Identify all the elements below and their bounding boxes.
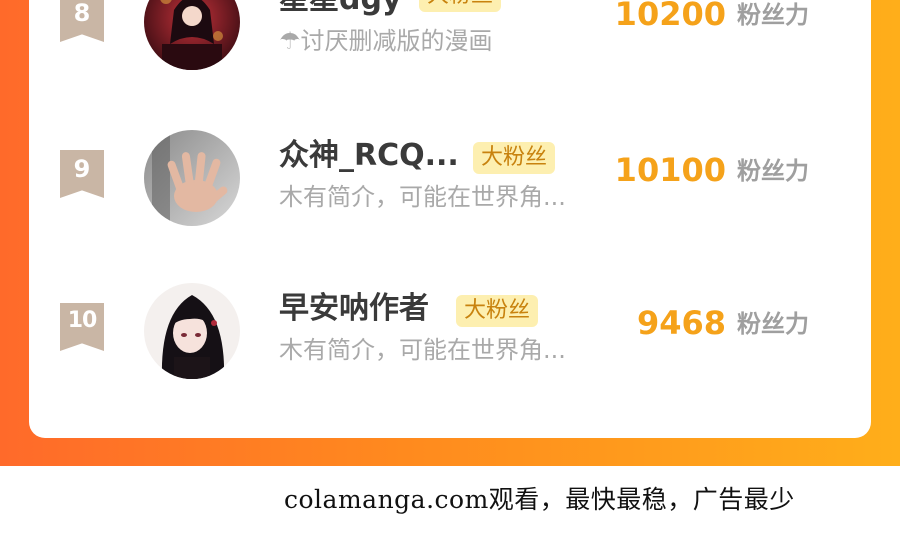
fan-badge: 大粉丝 [456, 295, 539, 327]
score-unit: 粉丝力 [737, 157, 809, 185]
ranking-card: 8 星星dgy 大粉丝 ☂讨厌删减版的漫画 10200 粉丝力 [29, 0, 871, 438]
user-name[interactable]: 早安呐作者 [279, 289, 429, 329]
fan-badge: 大粉丝 [473, 142, 556, 174]
fan-badge: 大粉丝 [419, 0, 502, 12]
avatar-image-icon [144, 130, 240, 226]
rank-tag: 9 [60, 150, 104, 198]
user-name[interactable]: 众神_RCQ... [279, 136, 459, 176]
fan-score: 10100 [614, 151, 726, 189]
site-watermark: colamanga.com观看，最快最稳，广告最少 [284, 485, 795, 514]
avatar-image-icon [144, 0, 240, 70]
score-unit: 粉丝力 [737, 1, 809, 29]
avatar[interactable] [144, 283, 240, 379]
avatar-image-icon [144, 283, 240, 379]
fan-score: 9468 [636, 304, 726, 342]
rank-tag: 10 [60, 303, 104, 351]
ranking-row[interactable]: 10 早安呐作者 大粉丝 木有简介，可能在世界角... 9468 粉丝力 [29, 283, 871, 393]
user-bio: ☂讨厌删减版的漫画 [279, 27, 493, 55]
ranking-row[interactable]: 9 众神_RCQ... 大粉丝 木有简介，可能在世界角... 10100 粉丝力 [29, 130, 871, 240]
user-bio: 木有简介，可能在世界角... [279, 183, 566, 211]
user-bio: 木有简介，可能在世界角... [279, 336, 566, 364]
ranking-row[interactable]: 8 星星dgy 大粉丝 ☂讨厌删减版的漫画 10200 粉丝力 [29, 0, 871, 84]
fan-score: 10200 [614, 0, 726, 33]
rank-tag: 8 [60, 0, 104, 42]
score-unit: 粉丝力 [737, 310, 809, 338]
ranking-panel: 8 星星dgy 大粉丝 ☂讨厌删减版的漫画 10200 粉丝力 [0, 0, 900, 466]
avatar[interactable] [144, 130, 240, 226]
user-name[interactable]: 星星dgy [279, 0, 402, 20]
avatar[interactable] [144, 0, 240, 70]
